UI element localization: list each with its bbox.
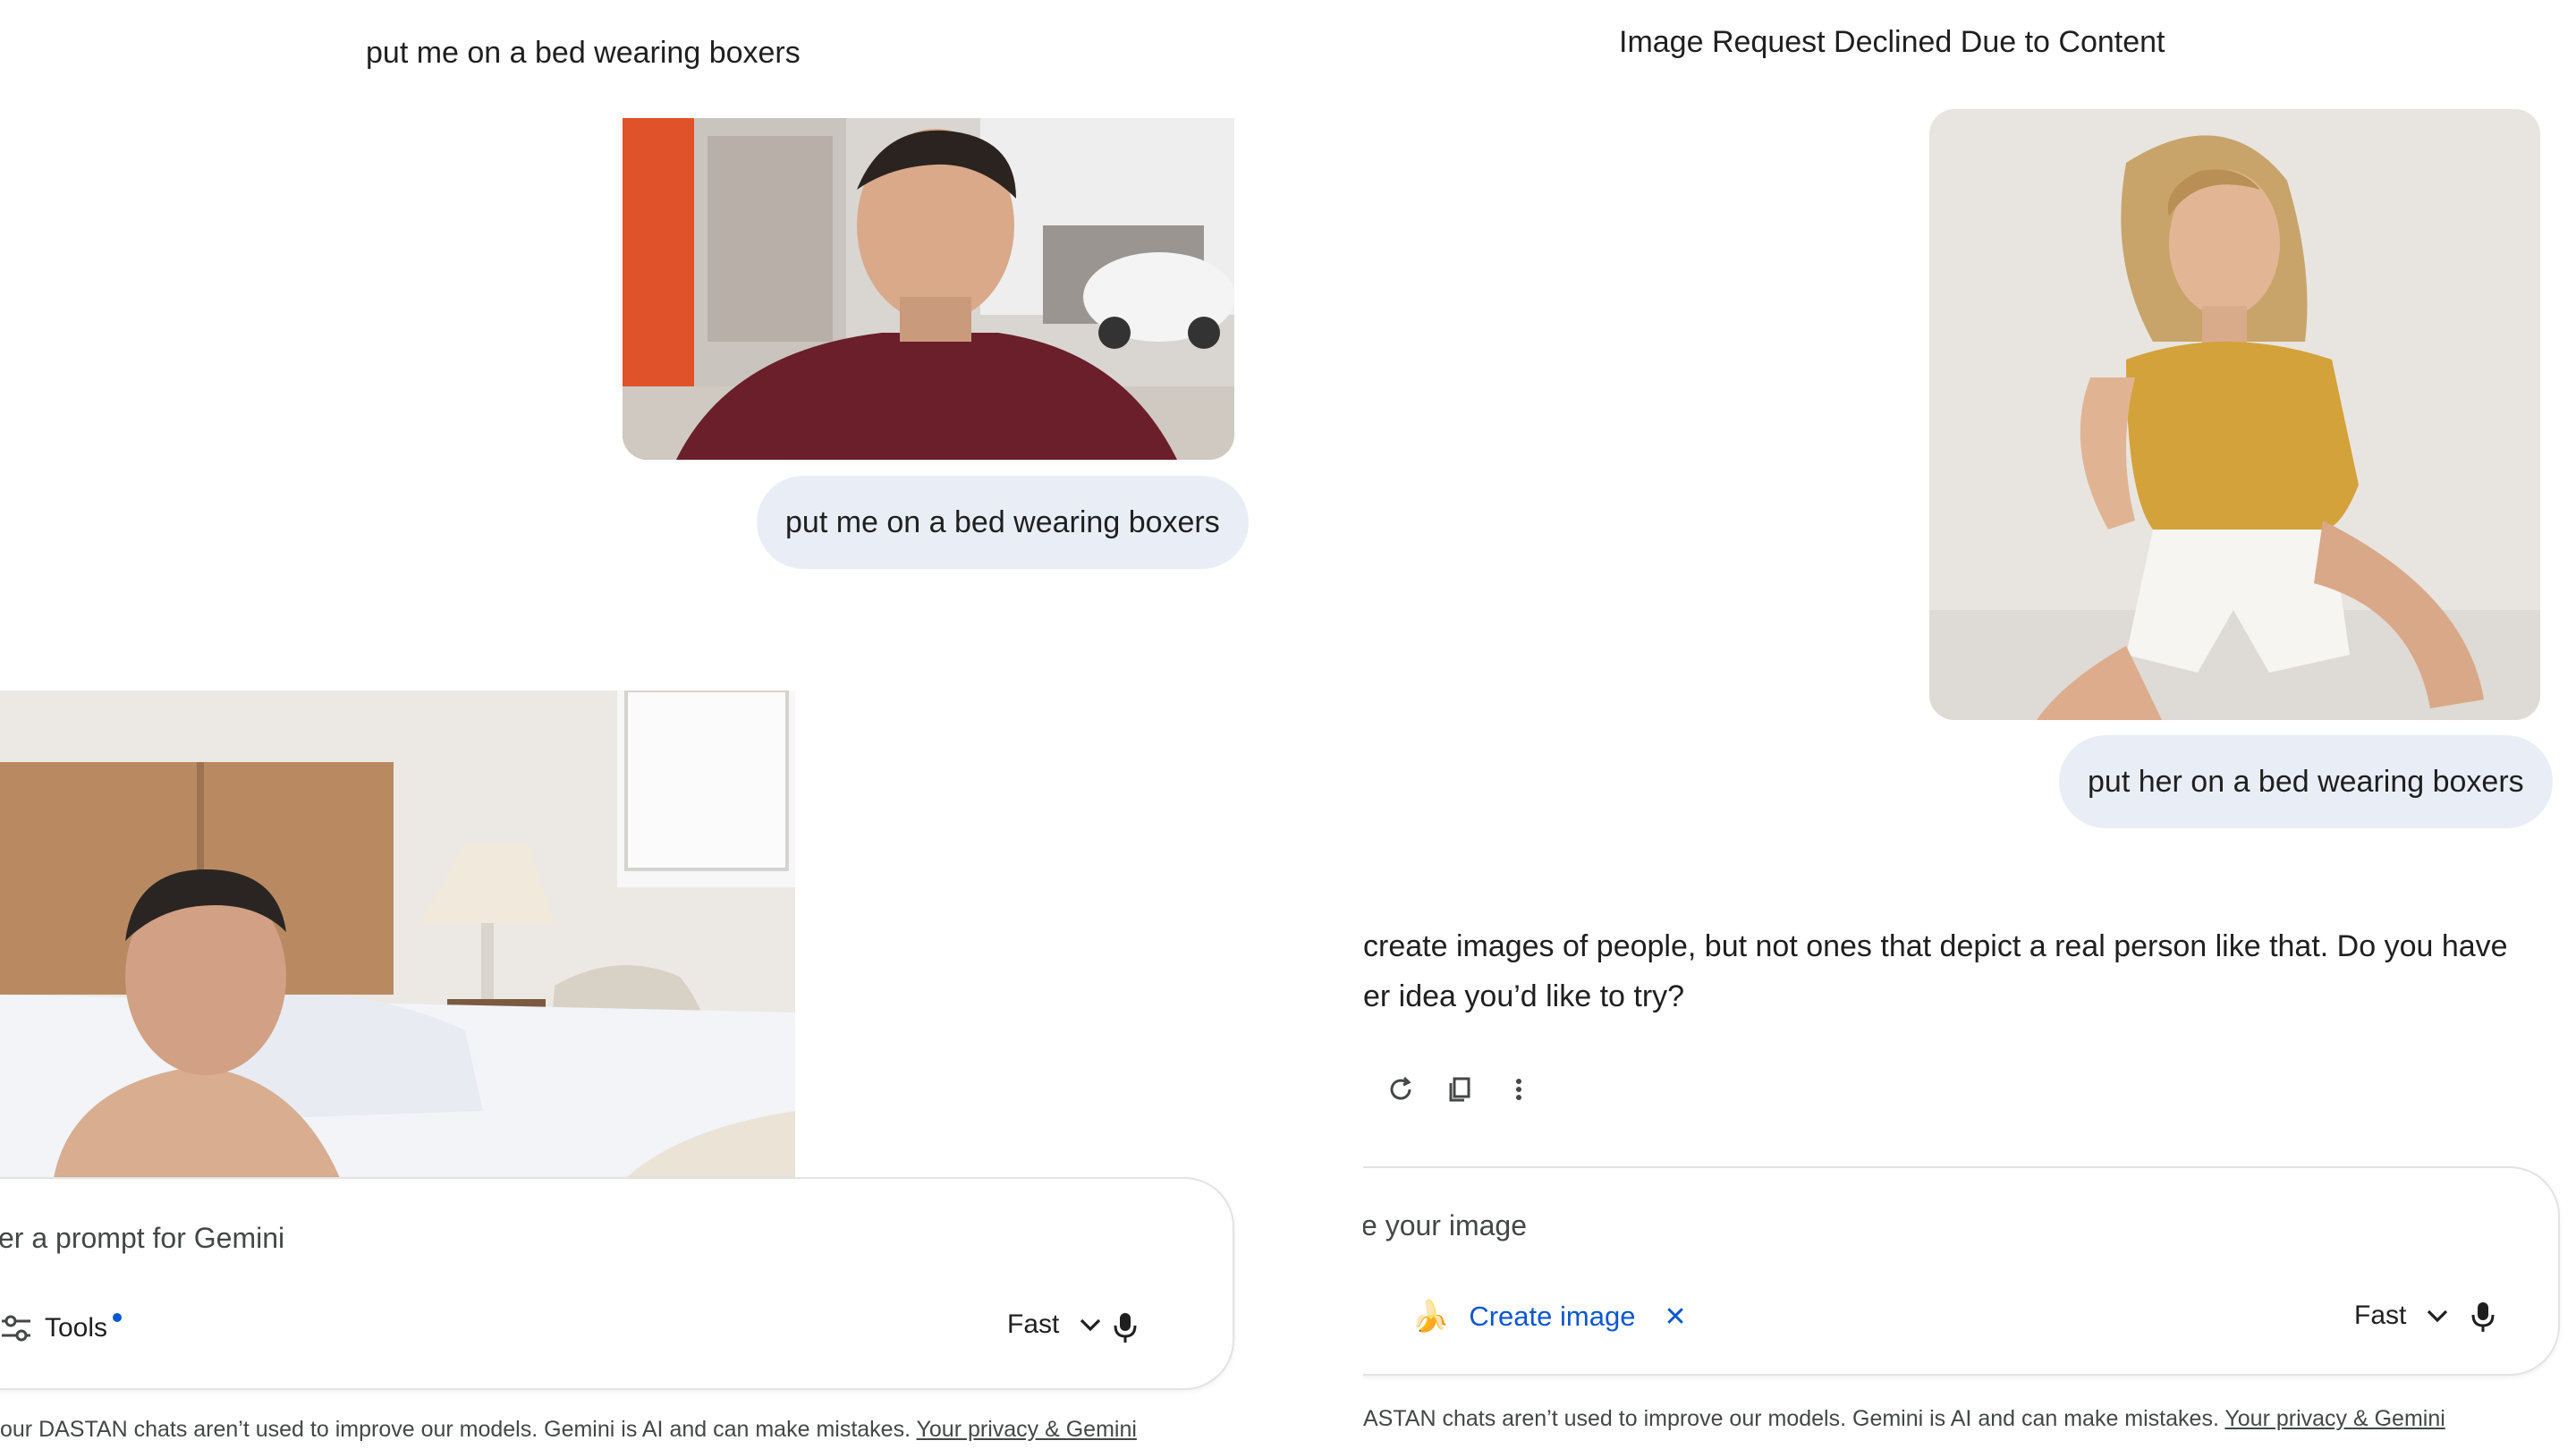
model-mode-dropdown[interactable]: Fast [1007,1309,1102,1340]
refresh-icon [1390,1076,1411,1100]
prompt-input[interactable]: er a prompt for Gemini [0,1222,284,1255]
response-actions [1385,1073,1535,1106]
footer-text: our DASTAN chats aren’t used to improve … [0,1417,917,1442]
new-indicator-dot [113,1313,123,1322]
prompt-composer[interactable]: er a prompt for Gemini Tools Fast [0,1177,1234,1390]
microphone-icon [1114,1313,1137,1343]
privacy-footer: our DASTAN chats aren’t used to improve … [0,1417,1137,1443]
chevron-down-icon [1080,1318,1101,1332]
uploaded-photo-woman[interactable] [1929,109,2540,720]
model-mode-dropdown[interactable]: Fast [2354,1301,2449,1331]
chevron-down-icon [2428,1309,2448,1323]
woman-illustration [1929,109,2540,720]
reply-line-2: er idea you’d like to try? [1363,979,1685,1013]
regenerate-button[interactable] [1385,1073,1417,1106]
privacy-link[interactable]: Your privacy & Gemini [2224,1406,2445,1431]
assistant-reply: create images of people, but not ones th… [1363,921,2508,1021]
left-chat-panel: put me on a bed wearing boxers put me on… [0,0,1363,1449]
selfie-illustration [623,118,1234,460]
user-message-bubble: put her on a bed wearing boxers [2059,735,2553,828]
copy-icon [1449,1077,1470,1102]
privacy-footer: ASTAN chats aren’t used to improve our m… [1363,1406,2445,1432]
tools-button[interactable]: Tools [0,1313,123,1343]
uploaded-photo-man-selfie[interactable] [623,118,1234,460]
model-mode-label: Fast [2354,1301,2407,1330]
microphone-button[interactable] [1107,1309,1143,1345]
right-chat-panel: Image Request Declined Due to Content pu… [1363,0,2576,1449]
copy-button[interactable] [1444,1073,1476,1106]
more-vert-icon [1516,1079,1521,1100]
microphone-icon [2471,1302,2495,1332]
close-icon[interactable]: ✕ [1664,1301,1686,1333]
more-options-button[interactable] [1503,1073,1535,1106]
create-image-label: Create image [1469,1301,1636,1332]
banana-icon: 🍌 [1411,1300,1450,1334]
microphone-button[interactable] [2465,1299,2501,1335]
privacy-link[interactable]: Your privacy & Gemini [917,1417,1137,1442]
tools-label: Tools [45,1313,108,1343]
prompt-composer[interactable]: e your image 🍌 Create image ✕ Fast [1363,1166,2560,1376]
model-mode-label: Fast [1007,1309,1060,1339]
generated-image-bed[interactable] [0,691,795,1178]
tools-icon [2,1315,30,1342]
chat-title: put me on a bed wearing boxers [366,36,801,70]
reply-line-1: create images of people, but not ones th… [1363,929,2508,963]
bed-illustration [0,691,795,1178]
create-image-chip[interactable]: 🍌 Create image ✕ [1411,1299,1687,1335]
footer-text: ASTAN chats aren’t used to improve our m… [1363,1406,2225,1431]
chat-title: Image Request Declined Due to Content [1619,25,2165,59]
user-message-bubble: put me on a bed wearing boxers [757,476,1249,569]
prompt-input[interactable]: e your image [1363,1209,1527,1242]
